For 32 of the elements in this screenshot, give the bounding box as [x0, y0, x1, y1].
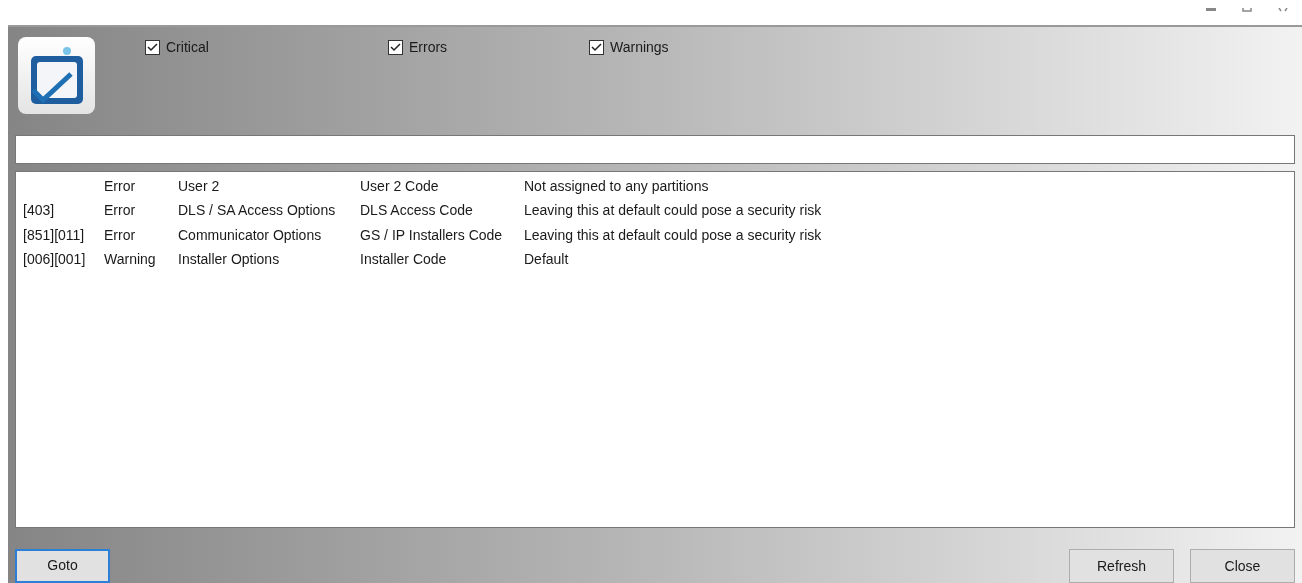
filter-checkbox[interactable]: Errors	[388, 37, 589, 57]
filter-checkbox[interactable]: Critical	[145, 37, 388, 57]
list-cell: User 2 Code	[360, 177, 439, 194]
checkmark-icon	[591, 42, 602, 52]
list-cell: User 2	[178, 177, 220, 194]
list-cell: [006][001]	[23, 251, 86, 268]
list-cell: Installer Code	[360, 251, 447, 268]
list-cell: DLS Access Code	[360, 202, 473, 219]
list-cell: GS / IP Installers Code	[360, 226, 503, 243]
list-cell: Error	[104, 226, 136, 243]
list-cell: Leaving this at default could pose a security risk	[524, 226, 822, 243]
dialog-button[interactable]: Refresh	[1069, 549, 1174, 583]
list-cell: Default	[524, 251, 569, 268]
list-cell: Leaving this at default could pose a security risk	[524, 202, 822, 219]
list-cell: Installer Options	[178, 251, 280, 268]
list-cell: Warning	[104, 251, 156, 268]
dialog-button[interactable]: Close	[1190, 549, 1295, 583]
filter-checkbox[interactable]: Warnings	[589, 37, 669, 57]
app-logo-icon	[18, 37, 95, 114]
list-cell: [403]	[23, 202, 55, 219]
list-cell: [851][011]	[23, 226, 85, 243]
goto-button[interactable]: Goto	[15, 549, 110, 583]
search-field[interactable]	[15, 135, 1295, 164]
maximize-icon[interactable]	[1242, 8, 1252, 12]
checkmark-icon	[147, 42, 158, 52]
list-cell: DLS / SA Access Options	[178, 202, 336, 219]
list-cell: Not assigned to any partitions	[524, 177, 709, 194]
close-icon[interactable]	[1278, 8, 1288, 12]
list-cell: Error	[104, 177, 136, 194]
checkmark-icon	[390, 42, 401, 52]
list-cell: Communicator Options	[178, 226, 322, 243]
list-cell: Error	[104, 202, 136, 219]
